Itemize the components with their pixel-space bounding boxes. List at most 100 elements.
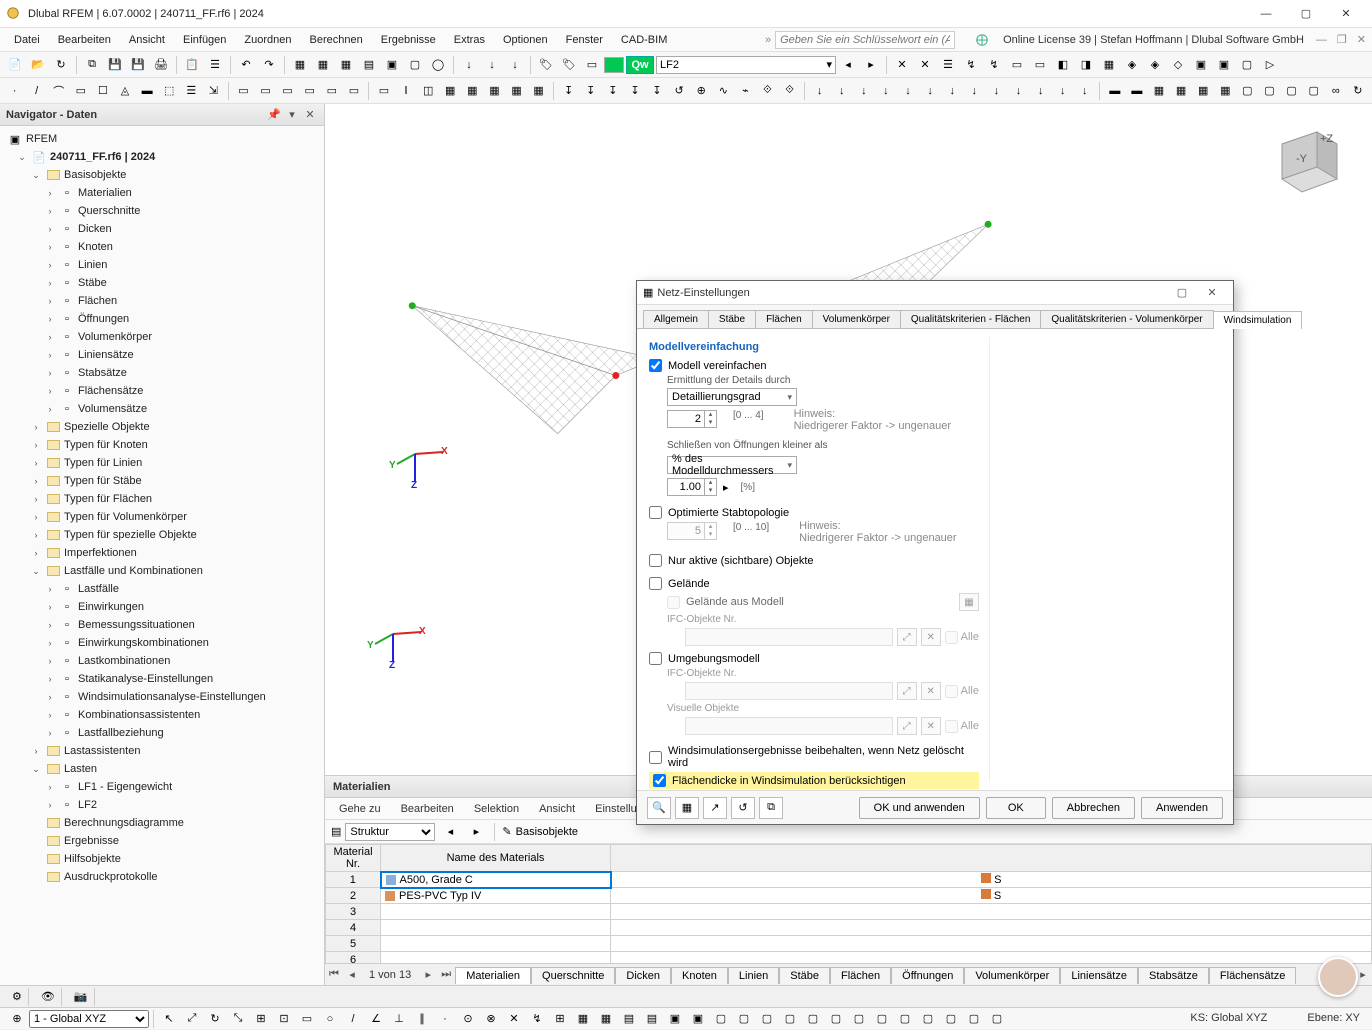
sb-30-icon[interactable]: ▢ — [825, 1008, 847, 1030]
tree-toggle[interactable]: › — [44, 584, 56, 594]
table-cell[interactable] — [611, 904, 1372, 920]
tree-toggle[interactable]: › — [44, 404, 56, 414]
sb-29-icon[interactable]: ▢ — [802, 1008, 824, 1030]
tb1n-icon[interactable]: ▣ — [1190, 54, 1212, 76]
sb-04-icon[interactable]: ⤡ — [227, 1008, 249, 1030]
tb1j-icon[interactable]: ▦ — [1098, 54, 1120, 76]
chk-umgebung[interactable] — [649, 652, 662, 665]
tb2-02-icon[interactable]: / — [26, 80, 47, 102]
redo-icon[interactable]: ↷ — [258, 54, 280, 76]
load1-icon[interactable]: ↓ — [458, 54, 480, 76]
tb2-16-icon[interactable]: ▭ — [343, 80, 364, 102]
table-cell[interactable]: S — [611, 872, 1372, 888]
table-row-nr[interactable]: 4 — [326, 920, 381, 936]
tb2-18-icon[interactable]: Ⅰ — [396, 80, 417, 102]
lf-tag[interactable]: Qw — [626, 56, 654, 74]
tree-item[interactable]: ›Typen für Knoten — [0, 436, 324, 454]
tree-toggle[interactable]: › — [44, 602, 56, 612]
sb-25-icon[interactable]: ▢ — [710, 1008, 732, 1030]
sb-37-icon[interactable]: ▢ — [986, 1008, 1008, 1030]
tb1q-icon[interactable]: ▷ — [1259, 54, 1281, 76]
sphere-icon[interactable]: ◯ — [427, 54, 449, 76]
tb2-38-icon[interactable]: ↓ — [853, 80, 874, 102]
tree-toggle[interactable]: › — [30, 458, 42, 468]
tb2-27-icon[interactable]: ↧ — [602, 80, 623, 102]
tb1o-icon[interactable]: ▣ — [1213, 54, 1235, 76]
sb-20-icon[interactable]: ▦ — [595, 1008, 617, 1030]
tb2-28-icon[interactable]: ↧ — [624, 80, 645, 102]
menu-bearbeiten[interactable]: Bearbeiten — [50, 31, 119, 49]
sb-24-icon[interactable]: ▣ — [687, 1008, 709, 1030]
btn-ok-anwenden[interactable]: OK und anwenden — [859, 797, 980, 819]
bottom-menu-bearbeiten[interactable]: Bearbeiten — [393, 801, 462, 817]
btn-abbrechen[interactable]: Abbrechen — [1052, 797, 1135, 819]
tree-toggle[interactable]: › — [44, 728, 56, 738]
tb2-44-icon[interactable]: ↓ — [986, 80, 1007, 102]
bottom-tab[interactable]: Linien — [728, 967, 779, 984]
tree-toggle[interactable]: › — [30, 530, 42, 540]
tree-item[interactable]: ›▫Kombinationsassistenten — [0, 706, 324, 724]
tree-item[interactable]: ›▫Dicken — [0, 220, 324, 238]
tb1d-icon[interactable]: ↯ — [960, 54, 982, 76]
tb2-54-icon[interactable]: ▦ — [1215, 80, 1236, 102]
bottom-tab[interactable]: Materialien — [455, 967, 531, 984]
tree-item[interactable]: Hilfsobjekte — [0, 850, 324, 868]
tb2-36-icon[interactable]: ↓ — [809, 80, 830, 102]
tree-basisobjekte[interactable]: Basisobjekte — [64, 169, 126, 181]
tree-toggle[interactable]: › — [30, 494, 42, 504]
tb2-37-icon[interactable]: ↓ — [831, 80, 852, 102]
status-eye-icon[interactable]: 👁 — [35, 988, 62, 1006]
dtab-allgemein[interactable]: Allgemein — [643, 310, 709, 328]
tb2-12-icon[interactable]: ▭ — [255, 80, 276, 102]
tb2-23-icon[interactable]: ▦ — [506, 80, 527, 102]
tree-item[interactable]: ›▫Statikanalyse-Einstellungen — [0, 670, 324, 688]
dlg-defaults-icon[interactable]: ▦ — [675, 797, 699, 819]
tree-item[interactable]: ›▫Windsimulationsanalyse-Einstellungen — [0, 688, 324, 706]
slider-icon[interactable]: ▸ — [723, 481, 729, 494]
grid3-icon[interactable]: ▦ — [335, 54, 357, 76]
dialog-maximize-icon[interactable]: ▢ — [1167, 283, 1197, 303]
tree-item[interactable]: ›Typen für spezielle Objekte — [0, 526, 324, 544]
tree-lfk[interactable]: Lastfälle und Kombinationen — [64, 565, 203, 577]
chk-opt-stabtopologie[interactable] — [649, 506, 662, 519]
table-cell-name[interactable]: A500, Grade C — [381, 872, 611, 888]
sb-11-icon[interactable]: ⊥ — [388, 1008, 410, 1030]
tb1c-icon[interactable]: ☰ — [937, 54, 959, 76]
tb1e-icon[interactable]: ↯ — [983, 54, 1005, 76]
chk-flaechendicke[interactable] — [653, 774, 666, 787]
spin-detail-input[interactable] — [668, 411, 704, 427]
tb2-47-icon[interactable]: ↓ — [1052, 80, 1073, 102]
dtab-flaechen[interactable]: Flächen — [755, 310, 813, 328]
tb1g-icon[interactable]: ▭ — [1029, 54, 1051, 76]
new-icon[interactable]: 📄 — [4, 54, 26, 76]
tree-item[interactable]: ›▫LF1 - Eigengewicht — [0, 778, 324, 796]
tree-item[interactable]: ›Typen für Flächen — [0, 490, 324, 508]
navigation-cube[interactable]: -Y+Z — [1262, 114, 1352, 204]
bottom-tab[interactable]: Öffnungen — [891, 967, 964, 984]
spin-detail[interactable]: ▴▾ — [667, 410, 717, 428]
tb2-06-icon[interactable]: ◬ — [114, 80, 135, 102]
menu-extras[interactable]: Extras — [446, 31, 493, 49]
menu-ergebnisse[interactable]: Ergebnisse — [373, 31, 444, 49]
tb2-30-icon[interactable]: ↺ — [669, 80, 690, 102]
tb1a-icon[interactable]: ✕ — [891, 54, 913, 76]
tree-item[interactable]: ›Typen für Volumenkörper — [0, 508, 324, 526]
tb1f-icon[interactable]: ▭ — [1006, 54, 1028, 76]
menu-datei[interactable]: Datei — [6, 31, 48, 49]
tag2-icon[interactable]: 🏷 — [558, 54, 580, 76]
solid-icon[interactable]: ▢ — [404, 54, 426, 76]
tb2-59-icon[interactable]: ∞ — [1325, 80, 1346, 102]
sb-27-icon[interactable]: ▢ — [756, 1008, 778, 1030]
bottom-tab[interactable]: Volumenkörper — [964, 967, 1060, 984]
tb2-03-icon[interactable]: ⌒ — [48, 80, 69, 102]
status-camera-icon[interactable]: 📷 — [68, 988, 95, 1006]
minimize-button[interactable]: ― — [1246, 1, 1286, 27]
doc-close-button[interactable]: ✕ — [1357, 33, 1366, 46]
table-cell-name[interactable] — [381, 904, 611, 920]
tree-toggle[interactable]: › — [30, 548, 42, 558]
tb2-01-icon[interactable]: · — [4, 80, 25, 102]
tb2-05-icon[interactable]: ☐ — [92, 80, 113, 102]
open-icon[interactable]: 📂 — [27, 54, 49, 76]
grid2-icon[interactable]: ▦ — [312, 54, 334, 76]
tb2-33-icon[interactable]: ⌁ — [735, 80, 756, 102]
